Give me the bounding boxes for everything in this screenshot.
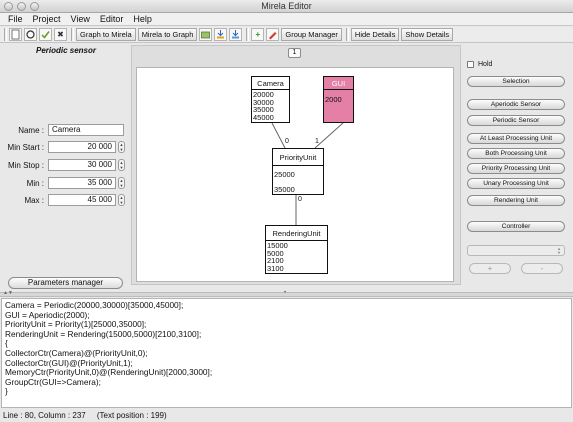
add-button[interactable]: + [469,263,511,274]
hold-label: Hold [478,61,493,68]
delete-icon[interactable] [266,28,280,41]
graph-to-mirela-button[interactable]: Graph to Mirela [76,28,136,41]
save-icon[interactable] [39,28,52,41]
name-input[interactable]: Camera [48,124,124,136]
title-bar: Mirela Editor [0,0,573,13]
max-row: Max : 45 000 ▲ ▼ [2,194,130,207]
graph-area: 1 Camera 20000 30000 35000 45000 GUI 200… [131,45,461,285]
code-line: RenderingUnit = Rendering(15000,5000)[21… [5,328,202,339]
max-stepper[interactable]: ▲ ▼ [118,194,125,206]
panel-title: Periodic sensor [35,46,97,55]
menu-project[interactable]: Project [28,13,66,25]
min-start-label: Min Start : [7,143,44,152]
parameters-manager-button[interactable]: Parameters manager [8,277,123,289]
node-rendering-unit[interactable]: RenderingUnit 15000 5000 2100 3100 [265,225,328,274]
export-b-icon[interactable] [229,28,243,41]
max-input[interactable]: 45 000 [48,194,116,206]
export-a-icon[interactable] [214,28,228,41]
min-start-stepper[interactable]: ▲ ▼ [118,141,125,153]
edge-label: 1 [315,138,319,145]
node-camera-value: 45000 [253,112,274,122]
min-label: Min : [26,179,44,188]
hold-checkbox[interactable] [467,61,474,68]
add-plus-icon[interactable]: + [251,28,265,41]
collapse-arrows-icon[interactable]: ▲▼ [3,290,13,296]
node-priority-unit-name: PriorityUnit [273,149,323,166]
rendering-unit-button[interactable]: Rendering Unit [467,195,565,206]
remove-button[interactable]: - [521,263,563,274]
unary-processing-unit-button[interactable]: Unary Processing Unit [467,178,565,189]
min-stepper[interactable]: ▲ ▼ [118,177,125,189]
edge-gui-priority [314,122,344,149]
code-line: GroupCtr(GUI=>Camera); [5,376,101,387]
edge-camera-priority [271,122,286,149]
close-x-icon[interactable]: ✖ [54,28,67,41]
edge-label: 0 [298,196,302,203]
palette-panel: Hold Selection Aperiodic Sensor Periodic… [462,44,573,292]
import-icon[interactable] [199,28,213,41]
toolbar-separator [345,28,349,41]
min-row: Min : 35 000 ▲ ▼ [2,177,130,190]
min-stop-stepper[interactable]: ▲ ▼ [118,159,125,171]
toolbar-separator [246,28,250,41]
min-stop-label: Min Stop : [7,161,44,170]
divider-grip-icon[interactable]: • [284,290,286,296]
graph-canvas[interactable]: Camera 20000 30000 35000 45000 GUI 2000 … [136,67,454,282]
code-editor[interactable]: Camera = Periodic(20000,30000)[35000,450… [1,298,572,408]
min-stop-row: Min Stop : 30 000 ▲ ▼ [2,159,130,172]
controller-button[interactable]: Controller [467,221,565,232]
toolbar-separator [71,28,74,41]
min-start-row: Min Start : 20 000 ▲ ▼ [2,141,130,154]
hold-option[interactable]: Hold [467,61,492,68]
menu-view[interactable]: View [66,13,95,25]
code-line: } [5,386,8,397]
selection-button[interactable]: Selection [467,76,565,87]
min-stop-input[interactable]: 30 000 [48,159,116,171]
menu-bar: File Project View Editor Help [0,13,573,26]
mirela-to-graph-button[interactable]: Mirela to Graph [137,28,198,41]
both-processing-unit-button[interactable]: Both Processing Unit [467,148,565,159]
max-label: Max : [24,196,44,205]
window-title: Mirela Editor [261,1,312,11]
group-select[interactable]: ▲ ▼ [467,245,565,256]
node-camera[interactable]: Camera 20000 30000 35000 45000 [251,76,290,123]
select-arrows-icon: ▲ ▼ [557,246,561,255]
hide-details-button[interactable]: Hide Details [350,28,400,41]
properties-panel: Periodic sensor Name : Camera Min Start … [2,44,130,292]
name-label: Name : [18,126,44,135]
at-least-processing-unit-button[interactable]: At Least Processing Unit [467,133,565,144]
node-camera-name: Camera [252,77,289,90]
show-details-button[interactable]: Show Details [401,28,454,41]
status-bar: Line : 80, Column : 237 (Text position :… [0,409,573,422]
name-row: Name : Camera [2,124,130,137]
open-icon[interactable] [24,28,37,41]
menu-help[interactable]: Help [128,13,157,25]
min-input[interactable]: 35 000 [48,177,116,189]
menu-file[interactable]: File [3,13,28,25]
node-priority-unit[interactable]: PriorityUnit 25000 35000 [272,148,324,195]
periodic-sensor-button[interactable]: Periodic Sensor [467,115,565,126]
min-start-input[interactable]: 20 000 [48,141,116,153]
new-file-icon[interactable] [9,28,22,41]
node-gui[interactable]: GUI 2000 [323,76,354,123]
node-gui-value: 2000 [325,95,342,104]
graph-tab[interactable]: 1 [288,48,301,58]
node-priority-unit-value: 35000 [274,185,295,194]
node-rendering-unit-value: 3100 [267,263,284,273]
toolbar: ✖ Graph to Mirela Mirela to Graph + Grou… [0,27,573,43]
node-rendering-unit-name: RenderingUnit [266,226,327,241]
aperiodic-sensor-button[interactable]: Aperiodic Sensor [467,99,565,110]
priority-processing-unit-button[interactable]: Priority Processing Unit [467,163,565,174]
node-gui-name: GUI [324,77,353,90]
group-manager-button[interactable]: Group Manager [281,28,342,41]
node-priority-unit-value: 25000 [274,170,295,179]
toolbar-separator [4,28,7,41]
split-divider[interactable]: ▲▼ • [0,290,573,297]
edge-label: 0 [285,138,289,145]
menu-editor[interactable]: Editor [95,13,129,25]
